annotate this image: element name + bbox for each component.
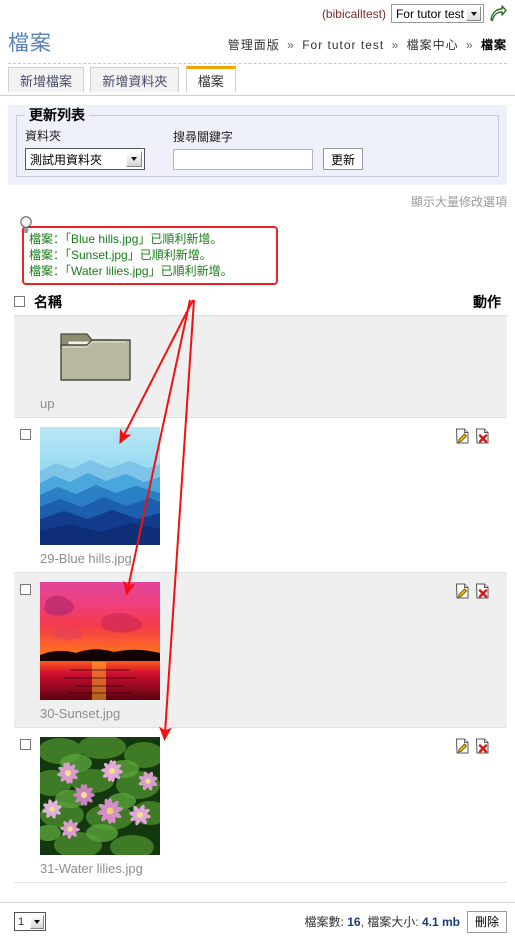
tab-bar-baseline	[0, 95, 515, 96]
table-row[interactable]: up	[14, 316, 507, 418]
site-select-value: For tutor test	[395, 6, 464, 21]
page-select[interactable]: 1	[14, 912, 46, 931]
message-line: 檔案：「Sunset.jpg」已順利新增。	[29, 248, 212, 262]
row-name-cell: up	[40, 325, 455, 411]
file-stats: 檔案數: 16, 檔案大小: 4.1 mb	[305, 913, 460, 930]
tab-files[interactable]: 檔案	[185, 66, 236, 92]
row-actions	[455, 325, 507, 326]
success-message-box: 檔案：「Blue hills.jpg」已順利新增。 檔案：「Sunset.jpg…	[22, 226, 278, 285]
edit-icon[interactable]	[455, 738, 470, 754]
file-count-label: 檔案數:	[304, 915, 344, 929]
folder-select[interactable]: 測試用資料夾	[25, 148, 145, 170]
update-form-row: 資料夾 測試用資料夾 搜尋關鍵字 更新	[25, 127, 490, 170]
goto-arrow-icon[interactable]	[489, 4, 507, 23]
update-button[interactable]: 更新	[323, 148, 364, 170]
update-button-group: 更新	[323, 148, 364, 170]
tab-bar: 新增檔案 新增資料夾 檔案	[0, 66, 515, 96]
stats-comma: ,	[360, 915, 364, 929]
breadcrumb-item-1[interactable]: For tutor test	[302, 38, 384, 52]
search-label: 搜尋關鍵字	[173, 130, 234, 144]
breadcrumb-item-current: 檔案	[480, 38, 507, 52]
search-field-group: 搜尋關鍵字	[173, 128, 313, 170]
breadcrumb-separator: »	[391, 38, 400, 52]
page-header: (bibicalltest) For tutor test 檔案 管理面版 » …	[0, 0, 515, 66]
page-select-value: 1	[18, 915, 25, 928]
table-row[interactable]: 30-Sunset.jpg	[14, 573, 507, 728]
message-line: 檔案：「Blue hills.jpg」已順利新增。	[29, 232, 223, 246]
row-name-label[interactable]: 29-Blue hills.jpg	[40, 551, 455, 566]
row-name-label[interactable]: 31-Water lilies.jpg	[40, 861, 455, 876]
breadcrumb-item-2[interactable]: 檔案中心	[407, 38, 459, 52]
username-label: (bibicalltest)	[321, 6, 386, 21]
breadcrumb: 管理面版 » For tutor test » 檔案中心 » 檔案	[228, 36, 507, 53]
file-size-value: 4.1 mb	[421, 915, 460, 929]
message-area: 檔案：「Blue hills.jpg」已順利新增。 檔案：「Sunset.jpg…	[0, 216, 515, 285]
chevron-down-icon	[466, 6, 481, 21]
row-checkbox[interactable]	[20, 739, 31, 750]
row-name-cell: 31-Water lilies.jpg	[40, 737, 455, 876]
row-actions	[455, 582, 507, 599]
footer-right: 檔案數: 16, 檔案大小: 4.1 mb 刪除	[305, 910, 507, 933]
row-name-label[interactable]: up	[40, 396, 455, 411]
chevron-down-icon	[30, 914, 44, 929]
tab-add-folder[interactable]: 新增資料夾	[90, 67, 180, 92]
blue-hills-thumbnail[interactable]	[40, 427, 160, 545]
update-panel: 更新列表 資料夾 測試用資料夾 搜尋關鍵字 更新	[8, 105, 507, 185]
select-all-checkbox[interactable]	[14, 296, 25, 307]
file-count-value: 16	[347, 915, 361, 929]
row-checkbox[interactable]	[20, 584, 31, 595]
show-bulk-options-link[interactable]: 顯示大量修改選項	[0, 193, 507, 210]
header-divider	[8, 63, 507, 64]
table-row[interactable]: 29-Blue hills.jpg	[14, 418, 507, 573]
page-footer: 1 檔案數: 16, 檔案大小: 4.1 mb 刪除	[0, 902, 515, 940]
site-select[interactable]: For tutor test	[390, 4, 484, 23]
search-input[interactable]	[173, 149, 313, 170]
file-size-label: 檔案大小:	[367, 915, 419, 929]
row-name-cell: 30-Sunset.jpg	[40, 582, 455, 721]
table-row[interactable]: 31-Water lilies.jpg	[14, 728, 507, 883]
breadcrumb-separator: »	[287, 38, 295, 52]
delete-icon[interactable]	[475, 428, 490, 444]
delete-icon[interactable]	[475, 583, 490, 599]
breadcrumb-item-0[interactable]: 管理面版	[228, 38, 280, 52]
breadcrumb-separator: »	[465, 38, 474, 52]
column-header-name: 名稱	[34, 293, 62, 310]
update-list-fieldset: 更新列表 資料夾 測試用資料夾 搜尋關鍵字 更新	[16, 105, 499, 177]
user-site-switcher: (bibicalltest) For tutor test	[322, 4, 507, 23]
tab-add-file[interactable]: 新增檔案	[8, 67, 85, 92]
file-list-header: 名稱 動作	[14, 290, 507, 316]
folder-label: 資料夾	[25, 129, 62, 143]
page-title: 檔案	[8, 32, 52, 55]
row-name-label[interactable]: 30-Sunset.jpg	[40, 706, 455, 721]
row-actions	[455, 427, 507, 444]
sunset-thumbnail[interactable]	[40, 582, 160, 700]
folder-select-value: 測試用資料夾	[30, 152, 103, 167]
delete-button[interactable]: 刪除	[466, 910, 507, 933]
row-checkbox[interactable]	[20, 429, 31, 440]
edit-icon[interactable]	[455, 428, 470, 444]
message-line: 檔案：「Water lilies.jpg」已順利新增。	[29, 264, 233, 278]
delete-icon[interactable]	[475, 738, 490, 754]
update-list-legend: 更新列表	[29, 107, 85, 123]
folder-field-group: 資料夾 測試用資料夾	[25, 127, 145, 170]
lightbulb-icon	[18, 215, 34, 233]
water-lilies-thumbnail[interactable]	[40, 737, 160, 855]
chevron-down-icon	[126, 151, 142, 167]
row-actions	[455, 737, 507, 754]
row-name-cell: 29-Blue hills.jpg	[40, 427, 455, 566]
folder-icon[interactable]	[58, 333, 134, 390]
edit-icon[interactable]	[455, 583, 470, 599]
column-header-action: 動作	[473, 293, 501, 310]
